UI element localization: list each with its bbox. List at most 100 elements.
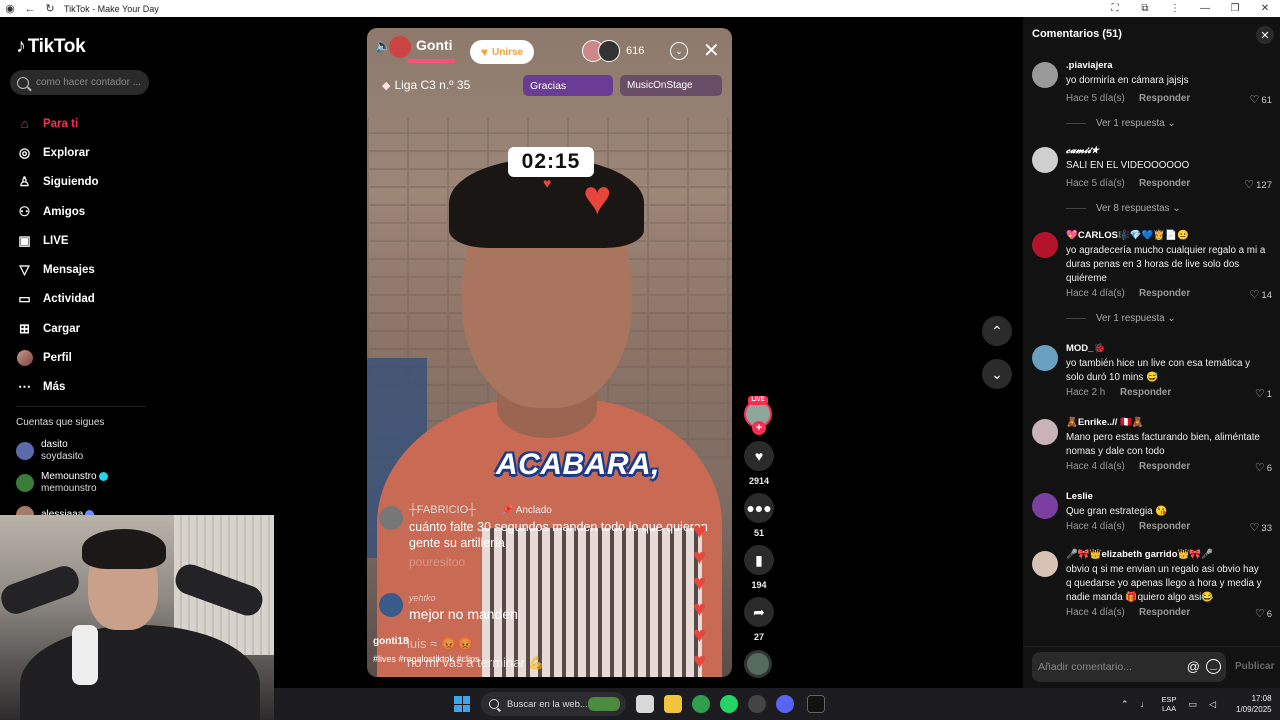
reply-button[interactable]: Responder — [1139, 288, 1190, 299]
music-disc[interactable] — [744, 650, 772, 678]
language-code: ESP — [1161, 695, 1177, 704]
avatar[interactable] — [1032, 232, 1058, 258]
search-box[interactable] — [10, 70, 149, 95]
language-indicator[interactable]: ESP LAA — [1162, 695, 1177, 713]
close-icon[interactable]: ✕ — [703, 38, 720, 63]
avatar[interactable] — [1032, 62, 1058, 88]
nav-siguiendo[interactable]: ♙ Siguiendo — [16, 168, 99, 197]
comment-like[interactable]: ♡ 127 — [1244, 178, 1272, 191]
follow-plus-icon[interactable]: + — [752, 421, 766, 435]
comment-like[interactable]: ♡ 1 — [1255, 387, 1272, 400]
nav-live[interactable]: ▣ LIVE — [16, 226, 99, 255]
reload-icon[interactable]: ↻ — [40, 2, 60, 15]
comment-like[interactable]: ♡ 6 — [1255, 461, 1272, 474]
obs-icon[interactable] — [748, 695, 766, 713]
comment-like[interactable]: ♡ 14 — [1250, 288, 1272, 301]
music-on-stage-pill[interactable]: MusicOnStage — [620, 75, 722, 96]
search-input[interactable] — [36, 77, 146, 88]
comment-user[interactable]: Leslie — [1066, 491, 1093, 502]
video-author[interactable]: gonti18 — [373, 636, 409, 647]
host-name[interactable]: Gonti — [416, 37, 453, 53]
mention-icon[interactable]: @ — [1187, 659, 1200, 674]
reply-button[interactable]: Responder — [1120, 387, 1171, 398]
comment-user[interactable]: 💖CARLOS🎼💎💙👸📄😐 — [1066, 230, 1189, 241]
pinned-tag: 📌 Anclado — [501, 505, 552, 516]
windows-start-icon[interactable] — [454, 696, 470, 712]
comment-button[interactable]: ●●● — [744, 493, 774, 523]
reply-button[interactable]: Responder — [1139, 93, 1190, 104]
nav-explorar[interactable]: ◎ Explorar — [16, 138, 99, 167]
comment-user[interactable]: 𝓬𝓪𝓶𝓲𝓲★ — [1066, 145, 1099, 156]
host-avatar[interactable] — [389, 36, 411, 58]
join-button[interactable]: ♥ Unirse — [470, 40, 534, 64]
avatar[interactable] — [1032, 419, 1058, 445]
nav-actividad[interactable]: ▭ Actividad — [16, 285, 99, 314]
comment-user[interactable]: 🧸Enrike..// 🇵🇪🧸 — [1066, 417, 1144, 428]
chrome-icon[interactable] — [692, 695, 710, 713]
taskbar-search[interactable]: Buscar en la web... — [481, 692, 626, 716]
comment-user[interactable]: MOD_🐞 — [1066, 343, 1105, 354]
back-arrow-icon[interactable]: ← — [20, 3, 40, 15]
gracias-pill[interactable]: Gracias — [523, 75, 613, 96]
discord-icon[interactable] — [776, 695, 794, 713]
nav-cargar[interactable]: ⊞ Cargar — [16, 314, 99, 343]
nav-amigos[interactable]: ⚇ Amigos — [16, 197, 99, 226]
comment-user[interactable]: 🎤🎀👑elizabeth garrido👑🎀🎤 — [1066, 549, 1213, 560]
whatsapp-icon[interactable] — [720, 695, 738, 713]
view-replies[interactable]: Ver 1 respuesta ⌄ — [1066, 118, 1176, 129]
chevron-down-icon[interactable]: ⌄ — [670, 42, 688, 60]
volume-icon[interactable]: ◁ — [1209, 699, 1216, 710]
reply-button[interactable]: Responder — [1139, 521, 1190, 532]
reply-button[interactable]: Responder — [1139, 607, 1190, 618]
like-count: 33 — [1261, 523, 1272, 534]
extensions-icon[interactable]: ⧉ — [1130, 3, 1160, 14]
comment-user[interactable]: .piaviajera — [1066, 60, 1112, 71]
following-item[interactable]: dasito soydasito — [16, 435, 108, 467]
file-explorer-icon[interactable] — [664, 695, 682, 713]
close-window-button[interactable]: ✕ — [1250, 3, 1280, 14]
time-text: 17:08 — [1251, 694, 1272, 703]
nav-perfil[interactable]: Perfil — [16, 343, 99, 372]
clock[interactable]: 17:08 1/09/2025 — [1236, 693, 1272, 715]
tiktok-taskbar-icon[interactable] — [807, 695, 825, 713]
close-comments-button[interactable]: ✕ — [1256, 26, 1274, 44]
menu-dots-icon[interactable]: ⋮ — [1160, 3, 1190, 14]
share-button[interactable]: ➦ — [744, 597, 774, 627]
live-video[interactable]: 🔈 Gonti ♥ Unirse 616 ⌄ ✕ ◆ Liga C3 n.º 35 … — [367, 28, 732, 677]
comment-like[interactable]: ♡ 6 — [1255, 607, 1272, 620]
comment-input[interactable] — [1038, 661, 1178, 673]
avatar[interactable] — [1032, 551, 1058, 577]
nav-mensajes[interactable]: ▽ Mensajes — [16, 255, 99, 284]
reply-button[interactable]: Responder — [1139, 461, 1190, 472]
nav-para-ti[interactable]: ⌂ Para ti — [16, 109, 99, 138]
avatar[interactable] — [1032, 147, 1058, 173]
post-button[interactable]: Publicar — [1235, 661, 1274, 672]
comment-like[interactable]: ♡ 33 — [1250, 521, 1272, 534]
avatar[interactable] — [1032, 493, 1058, 519]
following-item[interactable]: Memounstro memounstro — [16, 467, 108, 499]
view-replies[interactable]: Ver 1 respuesta ⌄ — [1066, 313, 1176, 324]
next-video-button[interactable]: ⌄ — [982, 359, 1012, 389]
chevron-up-icon[interactable]: ⌃ — [1121, 699, 1129, 710]
translate-icon[interactable]: ⛶ — [1100, 3, 1130, 14]
tiktok-logo[interactable]: ♪ TikTok — [16, 35, 86, 58]
microphone-icon[interactable]: ♩ — [1141, 699, 1150, 709]
comment-like[interactable]: ♡ 61 — [1250, 93, 1272, 106]
heart-icon: ♥ — [693, 570, 707, 595]
previous-video-button[interactable]: ⌃ — [982, 316, 1012, 346]
league-badge[interactable]: ◆ Liga C3 n.º 35 — [382, 78, 470, 92]
emoji-icon[interactable]: ‿ — [1206, 659, 1221, 674]
view-replies[interactable]: Ver 8 respuestas ⌄ — [1066, 203, 1180, 214]
reply-button[interactable]: Responder — [1139, 178, 1190, 189]
minimize-button[interactable]: — — [1190, 3, 1220, 14]
avatar[interactable] — [1032, 345, 1058, 371]
nav-mas[interactable]: ⋯ Más — [16, 373, 99, 402]
viewer-avatars[interactable]: 616 — [582, 40, 644, 62]
task-view-icon[interactable] — [636, 695, 654, 713]
network-icon[interactable]: ▭ — [1189, 699, 1198, 710]
save-button[interactable]: ▮ — [744, 545, 774, 575]
search-icon — [489, 699, 499, 709]
restore-button[interactable]: ❐ — [1220, 3, 1250, 14]
comment-input-box[interactable]: @ ‿ — [1032, 652, 1226, 682]
like-button[interactable]: ♥ — [744, 441, 774, 471]
